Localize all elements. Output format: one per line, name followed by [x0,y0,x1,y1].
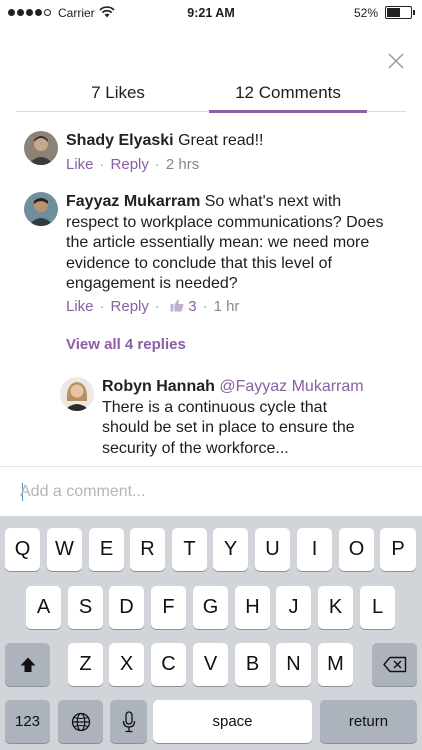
key-y[interactable]: Y [213,528,248,571]
close-icon[interactable] [386,51,406,71]
avatar[interactable] [24,192,58,226]
shift-key[interactable] [5,643,50,686]
comment-item: Fayyaz Mukarram So what's next with resp… [24,192,404,322]
comment-input[interactable] [20,479,400,505]
key-v[interactable]: V [193,643,228,686]
key-i[interactable]: I [297,528,332,571]
reply-mention[interactable]: @Fayyaz Mukarram [219,378,363,395]
key-t[interactable]: T [172,528,207,571]
key-h[interactable]: H [235,586,270,629]
comment-time: 2 hrs [165,156,200,173]
key-q[interactable]: Q [5,528,40,571]
like-button[interactable]: Like [66,298,94,315]
comment-text: Shady Elyaski Great read!! [66,131,386,152]
key-r[interactable]: R [130,528,165,571]
key-n[interactable]: N [276,643,311,686]
like-button[interactable]: Like [66,156,94,173]
comment-author[interactable]: Shady Elyaski [66,132,174,149]
key-m[interactable]: M [318,643,353,686]
status-bar: Carrier 9:21 AM 52% [0,0,422,28]
battery-icon [385,6,415,19]
avatar[interactable] [24,131,58,165]
battery-percentage: 52% [353,6,378,20]
reply-button[interactable]: Reply [111,156,149,173]
tab-likes[interactable]: 7 Likes [44,83,192,112]
comment-item: Shady Elyaski Great read!! Like · Reply · 2 … [24,131,404,181]
tab-comments[interactable]: 12 Comments [209,83,367,113]
key-f[interactable]: F [151,586,186,629]
key-c[interactable]: C [151,643,186,686]
globe-icon [71,712,90,731]
key-p[interactable]: P [380,528,416,571]
reply-item: Robyn Hannah @Fayyaz Mukarram There is a… [60,377,400,465]
key-u[interactable]: U [255,528,290,571]
key-x[interactable]: X [109,643,144,686]
return-key[interactable]: return [320,700,417,743]
key-w[interactable]: W [47,528,82,571]
key-b[interactable]: B [235,643,270,686]
comment-actions: Like · Reply · 3 · 1 hr [66,298,240,315]
key-l[interactable]: L [360,586,395,629]
key-g[interactable]: G [193,586,228,629]
like-count[interactable]: 3 [188,298,196,315]
key-s[interactable]: S [68,586,103,629]
reply-text: Robyn Hannah @Fayyaz Mukarram There is a… [102,377,370,459]
comment-actions: Like · Reply · 2 hrs [66,156,200,173]
numbers-key[interactable]: 123 [5,700,50,743]
comment-body: Great read!! [178,132,264,149]
comment-composer [0,466,422,516]
thumbs-up-icon [170,299,184,312]
keyboard: Q W E R T Y U I O P A S D F G H J K L Z … [0,516,422,750]
globe-key[interactable] [58,700,103,743]
key-z[interactable]: Z [68,643,103,686]
comment-time: 1 hr [213,298,240,315]
key-e[interactable]: E [89,528,124,571]
backspace-key[interactable] [372,643,417,686]
backspace-icon [382,656,406,673]
key-a[interactable]: A [26,586,61,629]
avatar[interactable] [60,377,94,411]
reply-body: There is a continuous cycle that should … [102,398,355,457]
key-o[interactable]: O [339,528,374,571]
key-j[interactable]: J [276,586,311,629]
reply-author[interactable]: Robyn Hannah [102,378,215,395]
key-k[interactable]: K [318,586,353,629]
space-key[interactable]: space [153,700,312,743]
tab-bar: 7 Likes 12 Comments [16,78,406,113]
shift-icon [20,657,35,672]
reply-button[interactable]: Reply [111,298,149,315]
dictation-key[interactable] [110,700,147,743]
comment-author[interactable]: Fayyaz Mukarram [66,193,200,210]
key-d[interactable]: D [109,586,144,629]
comment-text: Fayyaz Mukarram So what's next with resp… [66,192,390,295]
microphone-icon [122,710,135,732]
view-all-replies-link[interactable]: View all 4 replies [66,336,186,353]
